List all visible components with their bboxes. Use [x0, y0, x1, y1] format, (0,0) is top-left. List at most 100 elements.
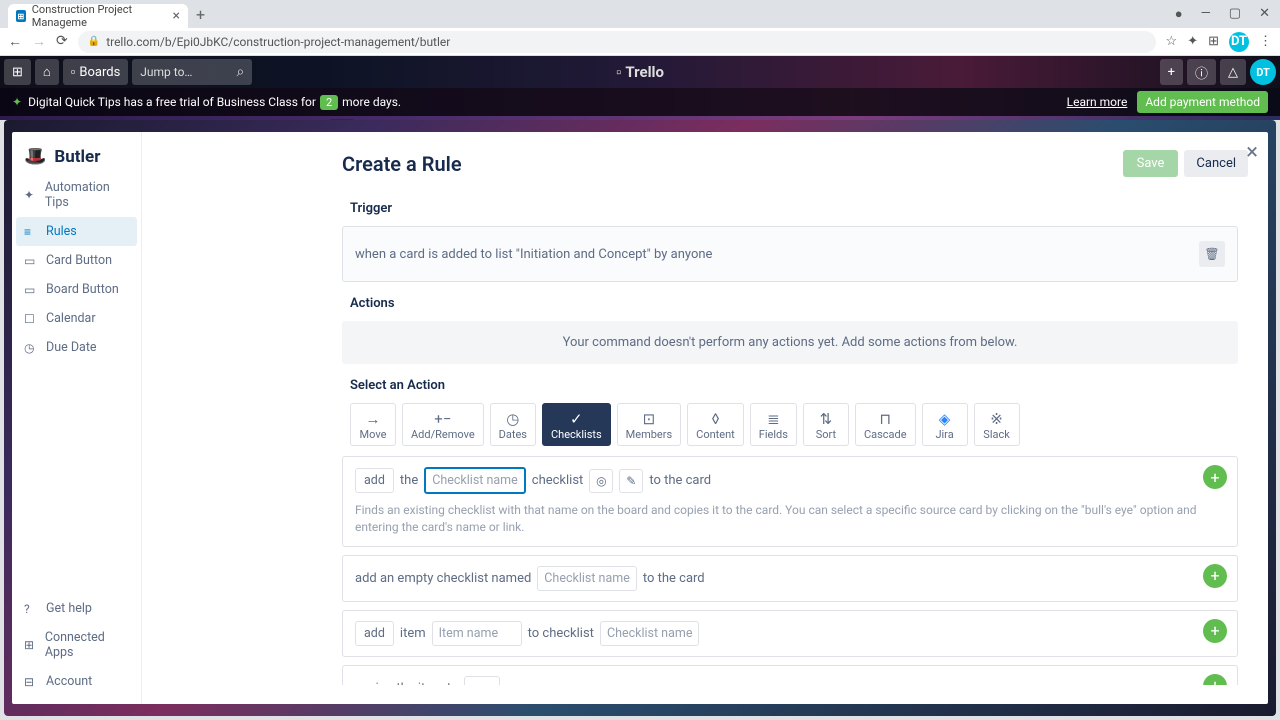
action-category-tabs: →Move +−Add/Remove ◷Dates ✓Checklists ⊡M…: [350, 403, 1238, 446]
create-button[interactable]: +: [1160, 59, 1183, 85]
apps-icon[interactable]: ⊞: [1208, 34, 1219, 49]
tab-dates[interactable]: ◷Dates: [490, 403, 536, 446]
close-icon[interactable]: ×: [173, 8, 180, 24]
sidebar-item-board-button[interactable]: ▭ Board Button: [12, 275, 141, 304]
account-icon: ⊟: [24, 675, 38, 689]
delete-trigger-button[interactable]: 🗑: [1199, 241, 1225, 267]
select-action-label: Select an Action: [350, 378, 1238, 393]
boards-button[interactable]: ▫ Boards: [63, 59, 129, 85]
search-input[interactable]: Jump to…: [132, 59, 252, 85]
tab-jira[interactable]: ◈Jira: [922, 403, 968, 446]
sparkle-icon: ✦: [12, 95, 22, 109]
trello-logo-icon: ▫: [616, 63, 621, 81]
tab-checklists[interactable]: ✓Checklists: [542, 403, 611, 446]
sort-icon: ⇅: [820, 410, 833, 428]
trigger-summary: when a card is added to list "Initiation…: [342, 226, 1238, 282]
action-row-assign-item: + assign the item to me ⓘ This functiona…: [342, 665, 1238, 685]
window-close-icon[interactable]: ✕: [1259, 6, 1270, 22]
help-icon: ?: [24, 602, 38, 616]
add-toggle[interactable]: add: [355, 621, 394, 646]
page-title: Create a Rule: [342, 152, 462, 176]
tab-slack[interactable]: ※Slack: [974, 403, 1020, 446]
sidebar-item-connected-apps[interactable]: ⊞ Connected Apps: [12, 623, 141, 667]
boards-icon: ▫: [71, 64, 76, 80]
trello-global-header: ⊞ ⌂ ▫ Boards Jump to… ▫ Trello + ⓘ △ DT: [0, 56, 1280, 88]
sidebar-item-calendar[interactable]: ☐ Calendar: [12, 304, 141, 333]
actions-empty-state: Your command doesn't perform any actions…: [342, 321, 1238, 364]
maximize-icon[interactable]: ▢: [1229, 6, 1241, 22]
tab-title: Construction Project Manageme: [32, 3, 161, 29]
address-bar[interactable]: 🔒 trello.com/b/Epi0JbKC/construction-pro…: [78, 31, 1156, 53]
assignee-chip[interactable]: me: [464, 676, 500, 685]
account-dot-icon[interactable]: ●: [1175, 6, 1183, 22]
apps-launcher-icon[interactable]: ⊞: [4, 59, 31, 85]
sidebar-item-account[interactable]: ⊟ Account: [12, 667, 141, 696]
add-action-button[interactable]: +: [1203, 564, 1227, 588]
trigger-label: Trigger: [350, 201, 1238, 216]
trial-days-badge: 2: [320, 95, 338, 110]
item-name-input[interactable]: Item name: [432, 621, 522, 646]
browser-tab[interactable]: ⊞ Construction Project Manageme ×: [8, 4, 188, 28]
tab-fields[interactable]: ≣Fields: [750, 403, 797, 446]
cascade-icon: ⊓: [879, 410, 891, 428]
back-icon[interactable]: ←: [8, 33, 22, 50]
save-button[interactable]: Save: [1123, 150, 1179, 177]
profile-avatar[interactable]: DT: [1229, 32, 1249, 52]
add-toggle[interactable]: add: [355, 468, 394, 493]
star-icon[interactable]: ☆: [1166, 34, 1178, 49]
action-row-empty-checklist: + add an empty checklist named Checklist…: [342, 555, 1238, 602]
sidebar-item-due-date[interactable]: ◷ Due Date: [12, 333, 141, 362]
user-avatar[interactable]: DT: [1250, 59, 1276, 85]
apps-icon: ⊞: [24, 638, 37, 652]
checklist-name-input[interactable]: Checklist name: [424, 467, 526, 494]
calendar-icon: ☐: [24, 312, 38, 326]
extensions-icon[interactable]: ✦: [1187, 34, 1198, 49]
trello-favicon: ⊞: [16, 10, 26, 22]
browser-tab-strip: ⊞ Construction Project Manageme × + ● — …: [0, 0, 1280, 28]
url-text: trello.com/b/Epi0JbKC/construction-proje…: [106, 35, 450, 49]
lock-icon: 🔒: [88, 36, 100, 47]
tab-sort[interactable]: ⇅Sort: [803, 403, 849, 446]
checklist-name-input[interactable]: Checklist name: [600, 621, 700, 646]
kebab-icon[interactable]: ⋮: [1259, 34, 1272, 49]
butler-logo-icon: 🎩: [24, 146, 46, 167]
sidebar-item-get-help[interactable]: ? Get help: [12, 594, 141, 623]
sidebar-title: 🎩 Butler: [12, 140, 141, 173]
tab-content[interactable]: ◊Content: [687, 403, 744, 446]
tab-add-remove[interactable]: +−Add/Remove: [402, 403, 484, 446]
sidebar-item-automation-tips[interactable]: ✦ Automation Tips: [12, 173, 141, 217]
reload-icon[interactable]: ⟳: [56, 33, 68, 50]
home-icon[interactable]: ⌂: [35, 59, 59, 85]
new-tab-button[interactable]: +: [196, 5, 205, 24]
edit-button[interactable]: ✎: [619, 469, 643, 493]
sparkle-icon: ✦: [24, 188, 37, 202]
tab-cascade[interactable]: ⊓Cascade: [855, 403, 916, 446]
tab-members[interactable]: ⊡Members: [617, 403, 682, 446]
card-icon: ▭: [24, 254, 38, 268]
cancel-button[interactable]: Cancel: [1184, 150, 1248, 177]
learn-more-link[interactable]: Learn more: [1067, 95, 1128, 109]
rules-icon: ≡: [24, 225, 38, 239]
tab-move[interactable]: →Move: [350, 403, 396, 446]
checklist-name-input[interactable]: Checklist name: [537, 566, 637, 591]
actions-label: Actions: [350, 296, 1238, 311]
minimize-icon[interactable]: —: [1201, 6, 1211, 22]
trial-banner: ✦ Digital Quick Tips has a free trial of…: [0, 88, 1280, 116]
add-action-button[interactable]: +: [1203, 465, 1227, 489]
forward-icon[interactable]: →: [32, 33, 46, 50]
notifications-icon[interactable]: △: [1220, 59, 1246, 85]
clock-icon: ◷: [24, 341, 38, 355]
info-icon[interactable]: ⓘ: [1187, 59, 1216, 85]
dates-icon: ◷: [506, 410, 519, 428]
members-icon: ⊡: [643, 410, 656, 428]
sidebar-item-card-button[interactable]: ▭ Card Button: [12, 246, 141, 275]
action-row-add-checklist: + add the Checklist name checklist ◎ ✎ t…: [342, 456, 1238, 547]
bullseye-button[interactable]: ◎: [589, 469, 613, 493]
move-icon: →: [366, 410, 381, 428]
sidebar-item-rules[interactable]: ≡ Rules: [16, 217, 137, 246]
close-icon[interactable]: ×: [1246, 140, 1258, 165]
action-row-add-item: + add item Item name to checklist Checkl…: [342, 610, 1238, 657]
add-action-button[interactable]: +: [1203, 619, 1227, 643]
add-payment-button[interactable]: Add payment method: [1137, 91, 1268, 113]
trello-logo[interactable]: ▫ Trello: [616, 63, 664, 81]
